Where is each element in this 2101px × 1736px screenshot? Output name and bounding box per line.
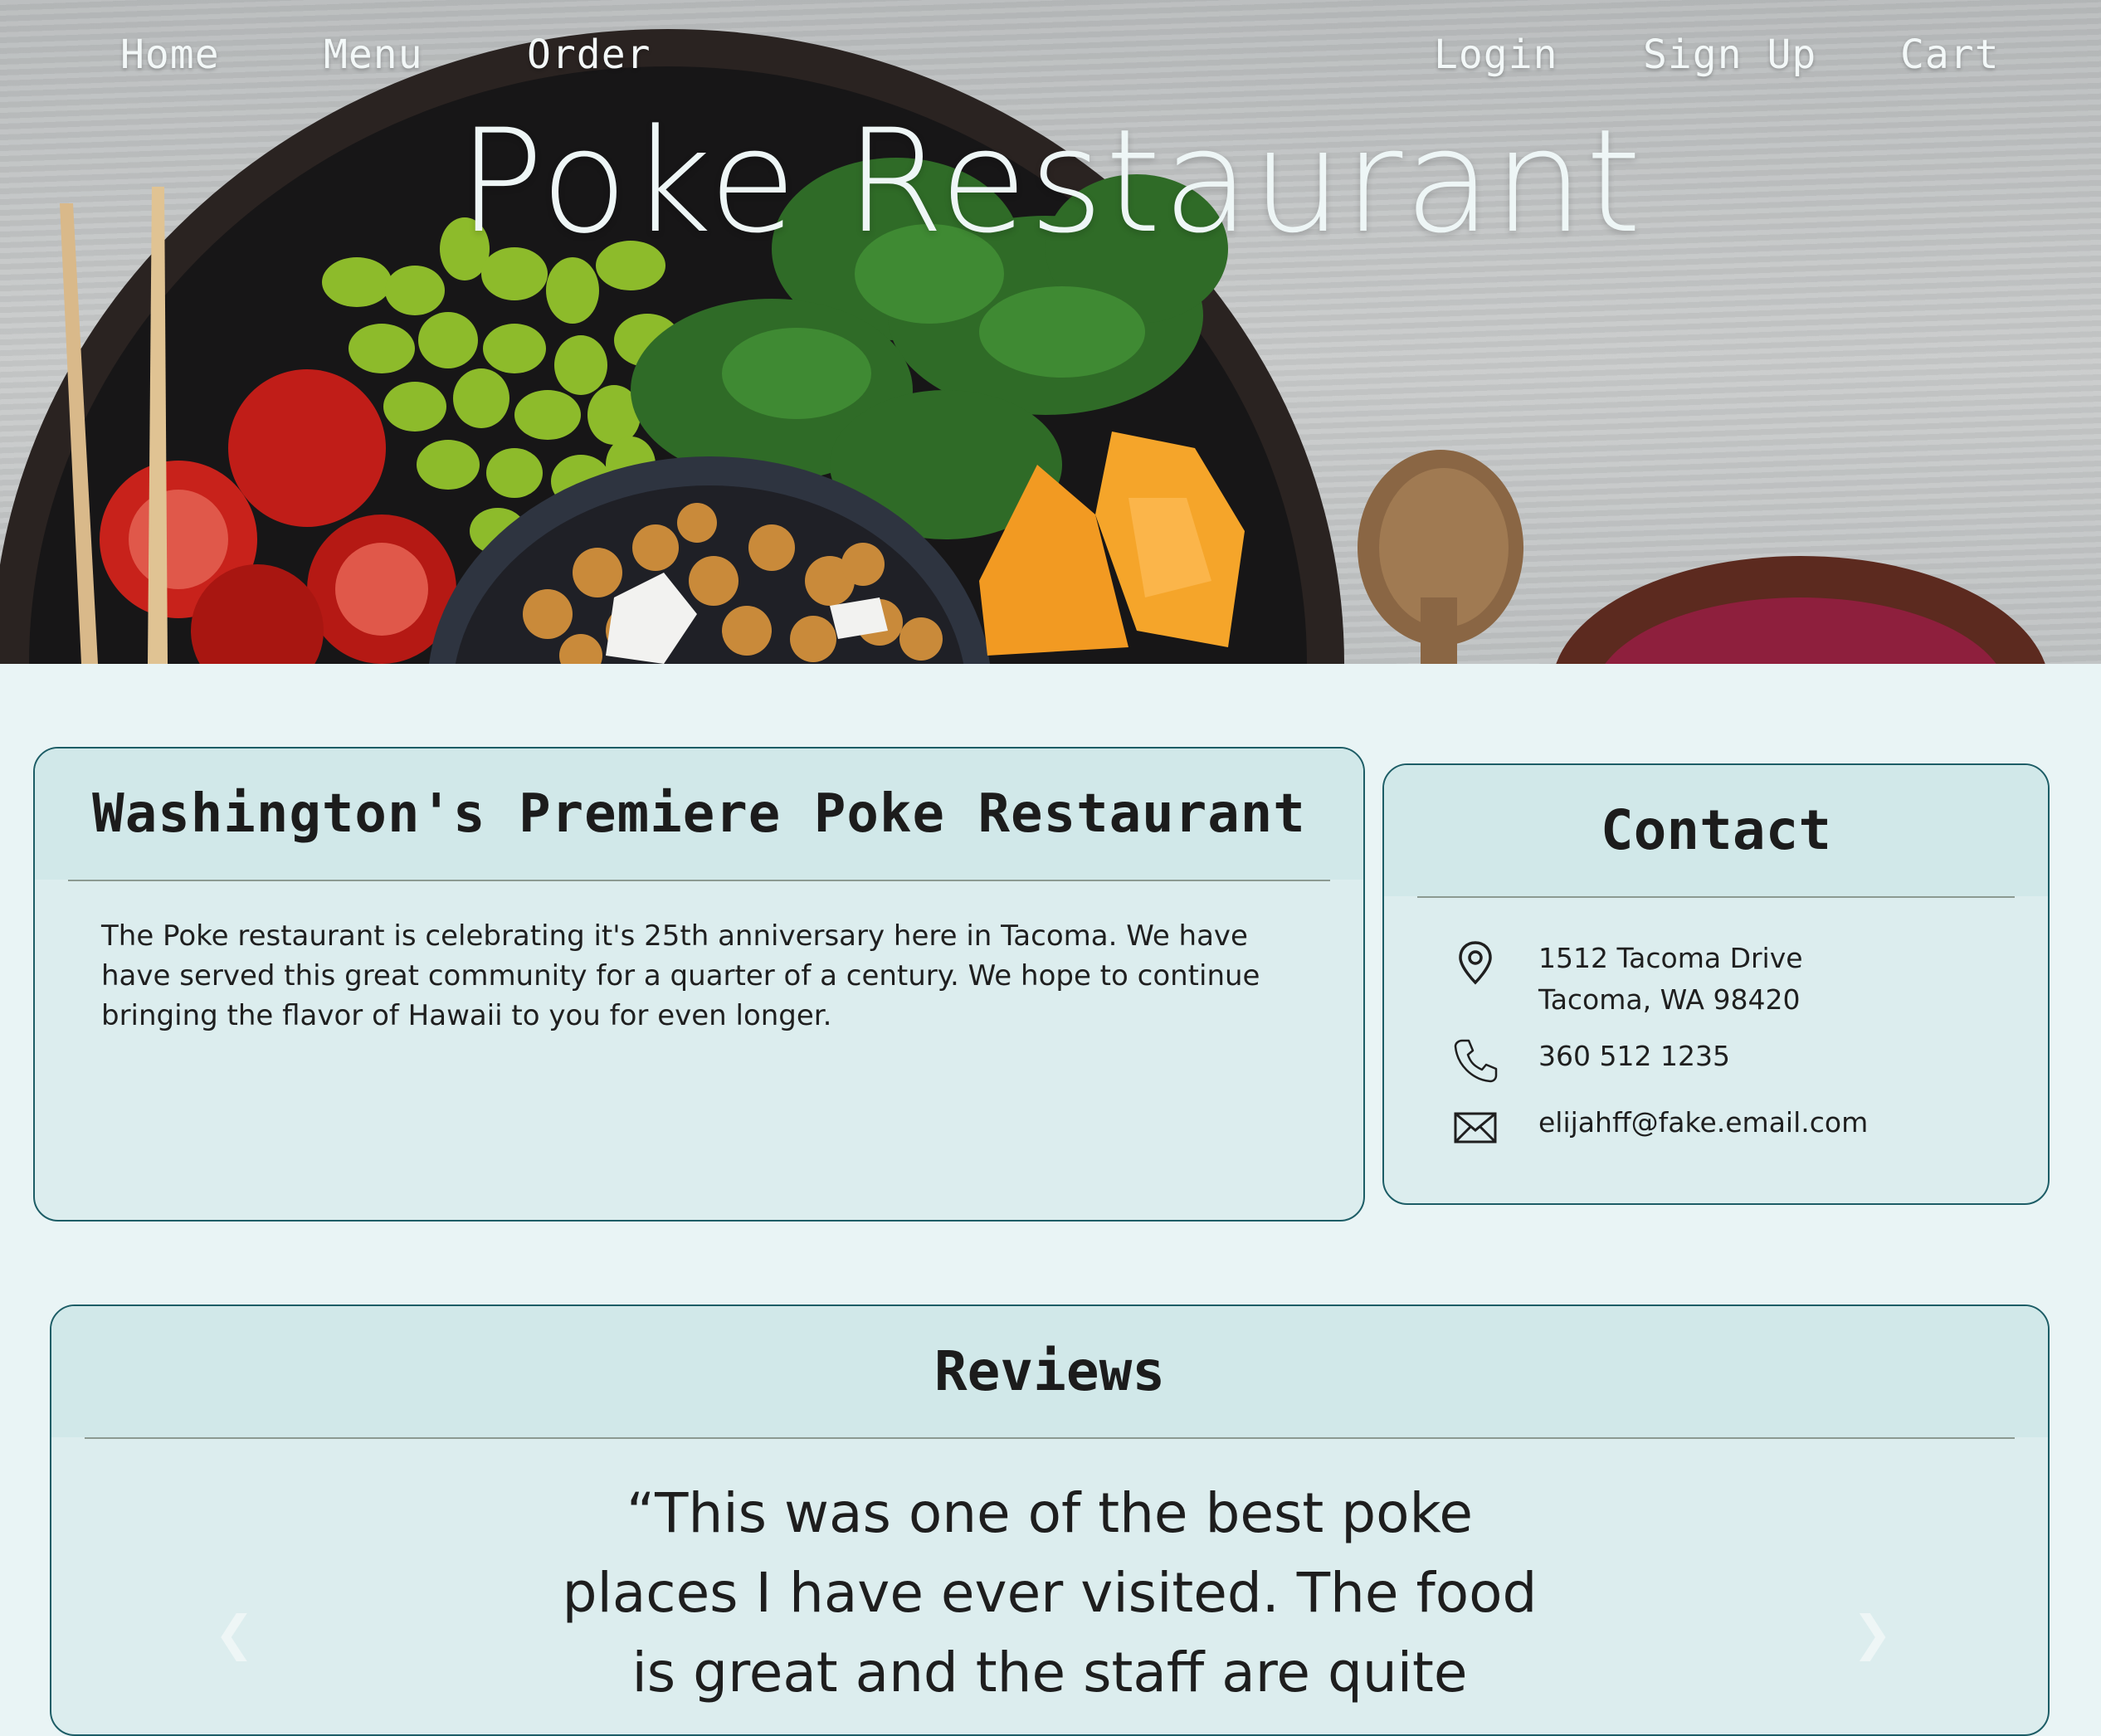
nav-cart[interactable]: Cart (1900, 32, 2000, 78)
phone-icon (1454, 1039, 1498, 1083)
contact-heading: Contact (1384, 765, 2048, 896)
review-quote: “This was one of the best poke places I … (51, 1474, 2048, 1713)
nav-signup[interactable]: Sign Up (1643, 32, 1816, 78)
mail-icon (1454, 1112, 1497, 1144)
about-heading: Washington's Premiere Poke Restaurant (35, 749, 1363, 880)
review-line: “This was one of the best poke (626, 1481, 1473, 1545)
contact-email: elijahff@fake.email.com (1450, 1102, 1868, 1152)
nav-login[interactable]: Login (1434, 32, 1558, 78)
reviews-heading: Reviews (51, 1306, 2048, 1437)
address-line-2: Tacoma, WA 98420 (1538, 983, 1801, 1016)
about-text: The Poke restaurant is celebrating it's … (101, 919, 1260, 1032)
divider (68, 880, 1330, 881)
phone-number[interactable]: 360 512 1235 (1538, 1036, 1730, 1077)
about-card: Washington's Premiere Poke Restaurant Th… (33, 747, 1365, 1222)
review-line: places I have ever visited. The food (562, 1561, 1538, 1625)
contact-address: 1512 Tacoma Drive Tacoma, WA 98420 (1450, 938, 1803, 1021)
contact-phone: 360 512 1235 (1450, 1036, 1730, 1085)
hero-banner: Home Menu Order Login Sign Up Cart Poke … (0, 0, 2101, 664)
contact-card: Contact 1512 Tacoma Drive Tacoma, WA 984… (1382, 763, 2050, 1205)
email-address[interactable]: elijahff@fake.email.com (1538, 1102, 1868, 1144)
nav-order[interactable]: Order (527, 32, 651, 78)
chevron-left-icon[interactable]: ❮ (214, 1605, 255, 1661)
location-pin-icon (1459, 941, 1492, 985)
nav-home[interactable]: Home (120, 32, 220, 78)
reviews-card: Reviews “This was one of the best poke p… (50, 1304, 2050, 1736)
chevron-right-icon[interactable]: ❯ (1852, 1605, 1893, 1661)
divider (85, 1437, 2015, 1439)
review-line: is great and the staff are quite (631, 1641, 1468, 1704)
nav-menu[interactable]: Menu (324, 32, 423, 78)
divider (1417, 896, 2015, 898)
address-line-1: 1512 Tacoma Drive (1538, 942, 1803, 974)
hero-title: Poke Restaurant (457, 98, 1644, 265)
